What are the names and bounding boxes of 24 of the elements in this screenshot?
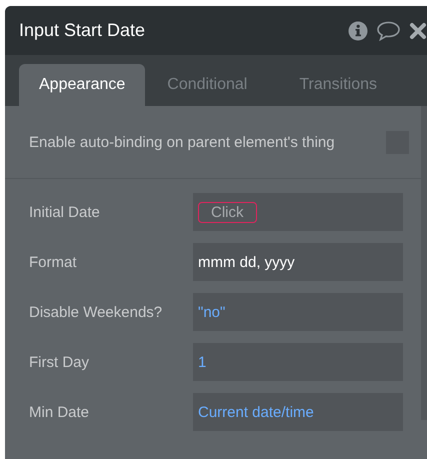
property-label: Disable Weekends? bbox=[29, 304, 164, 320]
dynamic-value: "no" bbox=[198, 304, 226, 320]
property-label: First Day bbox=[29, 354, 90, 370]
scrollbar[interactable] bbox=[421, 106, 427, 420]
dynamic-value: Current date/time bbox=[198, 404, 314, 420]
property-field[interactable]: Click bbox=[193, 193, 403, 231]
property-field[interactable]: "no" bbox=[193, 293, 403, 331]
info-icon[interactable] bbox=[348, 20, 368, 40]
property-field[interactable]: Current date/time bbox=[193, 393, 403, 431]
tab[interactable]: Appearance bbox=[19, 64, 146, 106]
property-label: Initial Date bbox=[29, 204, 101, 220]
property-label: Format bbox=[29, 254, 78, 270]
close-icon[interactable] bbox=[409, 22, 427, 40]
property-label: Min Date bbox=[29, 404, 90, 420]
click-button[interactable]: Click bbox=[198, 202, 256, 222]
format-value: mmm dd, yyyy bbox=[198, 254, 295, 270]
property-field[interactable]: 1 bbox=[193, 343, 403, 381]
dynamic-value: 1 bbox=[198, 354, 206, 370]
tab[interactable]: Conditional bbox=[147, 64, 268, 106]
tab[interactable]: Transitions bbox=[279, 64, 398, 106]
window-title: Input Start Date bbox=[19, 20, 146, 41]
property-field[interactable]: mmm dd, yyyy bbox=[193, 243, 403, 281]
auto-binding-label: Enable auto-binding on parent element's thing bbox=[29, 134, 335, 150]
comment-icon[interactable] bbox=[376, 20, 401, 40]
